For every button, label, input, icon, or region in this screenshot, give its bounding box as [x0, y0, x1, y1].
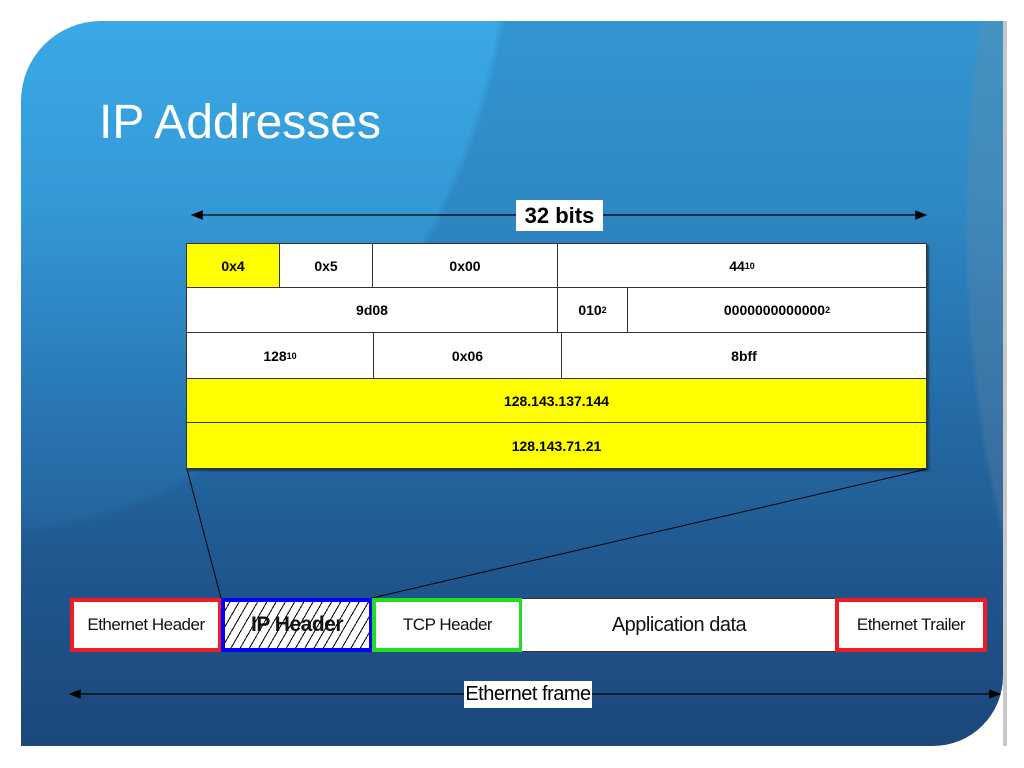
field-value: 128	[263, 347, 287, 364]
slide-title: IP Addresses	[99, 96, 381, 149]
segment-label: Ethernet Header	[87, 615, 205, 634]
segment-label: Ethernet Trailer	[856, 615, 966, 634]
field-value: 9d08	[356, 302, 388, 318]
field-ttl: 128 10	[186, 332, 374, 379]
field-value: 0x06	[451, 347, 484, 364]
segment-label: TCP Header	[402, 615, 493, 634]
bits-label: 32 bits	[516, 200, 603, 231]
field-header-length: 0x5	[279, 243, 373, 288]
field-fragment-offset: 0000000000000 2	[627, 287, 927, 333]
frame-segment-application-data: Application data	[522, 598, 836, 652]
field-value: 0x5	[314, 257, 338, 274]
field-value: 128.143.71.21	[511, 437, 602, 454]
frame-segment-ip-header: IP Header	[221, 598, 373, 652]
slide-backdrop	[1003, 21, 1007, 746]
field-value: 0000000000000	[723, 302, 826, 318]
field-destination-address: 128.143.71.21	[186, 422, 927, 469]
frame-segment-tcp-header: TCP Header	[372, 598, 523, 652]
field-value: 128.143.137.144	[503, 392, 610, 409]
field-value: 0x00	[449, 257, 481, 274]
field-identification: 9d08	[186, 287, 558, 333]
field-value: 8bff	[731, 347, 757, 364]
field-protocol: 0x06	[373, 332, 562, 379]
ethernet-frame-label: Ethernet frame	[464, 681, 592, 708]
ip-header-table: 0x4 0x5 0x00 44 10 9d08 010 2 000000000000…	[186, 243, 927, 469]
field-tos: 0x00	[372, 243, 558, 288]
field-value: 0x4	[221, 257, 245, 274]
field-source-address: 128.143.137.144	[186, 378, 927, 423]
frame-segment-ethernet-header: Ethernet Header	[70, 598, 222, 652]
field-checksum: 8bff	[561, 332, 927, 379]
field-value: 010	[578, 302, 602, 318]
field-flags: 010 2	[557, 287, 628, 333]
segment-label: IP Header	[251, 613, 344, 636]
frame-segment-ethernet-trailer: Ethernet Trailer	[835, 598, 987, 652]
field-total-length: 44 10	[557, 243, 927, 288]
segment-label: Application data	[611, 613, 747, 636]
field-version: 0x4	[186, 243, 280, 288]
field-value: 44	[729, 257, 745, 274]
